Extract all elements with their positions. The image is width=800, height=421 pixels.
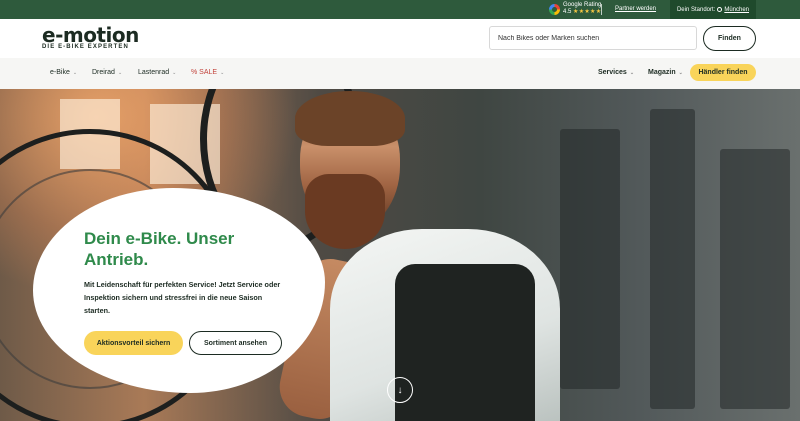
location-pin-icon: [717, 7, 723, 12]
hero-banner: Dein e-Bike. Unser Antrieb. Mit Leidensc…: [0, 89, 800, 421]
hero-title: Dein e-Bike. Unser Antrieb.: [84, 229, 235, 269]
background-equipment: [720, 149, 790, 409]
nav-item-lastenrad[interactable]: Lastenrad ⌄: [138, 69, 176, 76]
location-city[interactable]: München: [724, 7, 749, 13]
background-equipment: [560, 129, 620, 389]
arrow-down-icon: ↓: [397, 384, 403, 396]
logo-tagline: DIE E-BIKE EXPERTEN: [42, 44, 129, 50]
mechanic-apron: [395, 264, 535, 421]
dealer-finder-button[interactable]: Händler finden: [690, 64, 756, 81]
mechanic-hair: [295, 91, 405, 146]
search-input[interactable]: [489, 26, 697, 50]
partner-link[interactable]: Partner werden: [615, 6, 656, 12]
google-rating-label: Google Rating: [563, 2, 602, 8]
nav-item-dreirad[interactable]: Dreirad ⌄: [92, 69, 122, 76]
chevron-down-icon: ⌄: [220, 69, 225, 76]
nav-item-ebike[interactable]: e-Bike ⌄: [50, 69, 77, 76]
mechanic-beard: [305, 174, 385, 249]
chevron-down-icon: ⌄: [629, 69, 635, 76]
location-selector[interactable]: Dein Standort: München: [670, 0, 756, 19]
chevron-down-icon: ⌄: [678, 69, 683, 76]
chevron-down-icon: ⌄: [117, 69, 123, 76]
google-rating-score: 4.5: [563, 9, 572, 15]
scroll-down-button[interactable]: ↓: [387, 377, 413, 403]
hero-description: Mit Leidenschaft für perfekten Service! …: [84, 280, 281, 315]
nav-item-label: % SALE: [191, 69, 218, 76]
divider: [601, 4, 602, 15]
nav-item-label: Lastenrad: [138, 69, 170, 76]
header: e-motion DIE E-BIKE EXPERTEN Finden: [0, 19, 800, 58]
range-cta-button[interactable]: Sortiment ansehen: [189, 331, 282, 355]
main-nav: e-Bike ⌄ Dreirad ⌄ Lastenrad ⌄ % SALE ⌄ …: [0, 58, 800, 89]
nav-item-label: e-Bike: [50, 69, 70, 76]
search-button[interactable]: Finden: [703, 26, 756, 51]
nav-item-label: Dreirad: [92, 69, 115, 76]
promo-cta-button[interactable]: Aktionsvorteil sichern: [84, 331, 183, 355]
logo-wordmark: e-motion: [42, 23, 139, 47]
nav-item-sale[interactable]: % SALE ⌄: [191, 69, 224, 76]
google-rating-badge[interactable]: Google Rating 4.5 ★★★★★: [549, 2, 601, 16]
location-label: Dein Standort:: [676, 6, 716, 13]
nav-item-label: Magazin: [648, 69, 676, 76]
top-bar: Google Rating 4.5 ★★★★★ Partner werden D…: [0, 0, 800, 19]
chevron-down-icon: ⌄: [172, 69, 177, 76]
nav-item-services[interactable]: Services ⌄: [598, 69, 634, 76]
google-icon: [549, 3, 560, 15]
nav-item-magazin[interactable]: Magazin ⌄: [648, 69, 683, 76]
background-equipment: [650, 109, 695, 409]
nav-item-label: Services: [598, 69, 627, 76]
logo[interactable]: e-motion DIE E-BIKE EXPERTEN: [42, 25, 139, 50]
rating-stars-icon: ★★★★★: [573, 9, 602, 15]
chevron-down-icon: ⌄: [72, 69, 78, 76]
